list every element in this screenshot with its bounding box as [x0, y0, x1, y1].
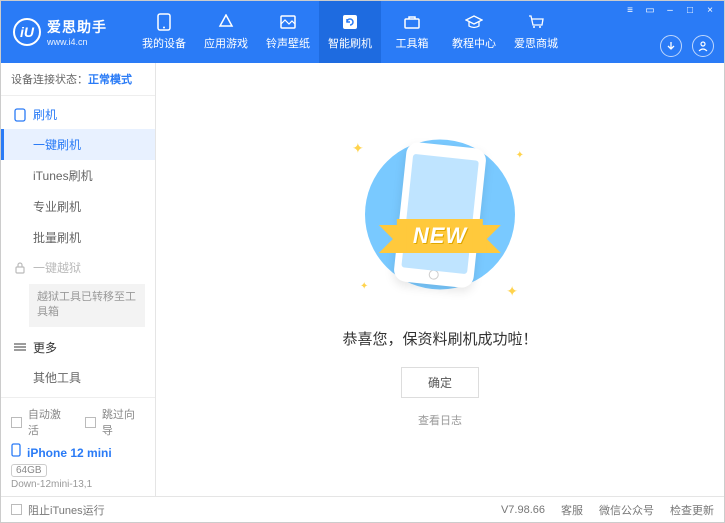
- checkbox-block-itunes[interactable]: [11, 504, 22, 515]
- nav-ringtones[interactable]: 铃声壁纸: [257, 1, 319, 63]
- user-button[interactable]: [692, 35, 714, 57]
- nav-flash[interactable]: 智能刷机: [319, 1, 381, 63]
- more-icon: [13, 340, 27, 354]
- apps-icon: [217, 13, 235, 31]
- flash-group-icon: [13, 108, 27, 122]
- nav-label: 智能刷机: [328, 35, 372, 51]
- sparkle-icon: ✦: [360, 281, 368, 292]
- logo-area: iU 爱思助手 www.i4.cn: [1, 17, 133, 47]
- sparkle-icon: ✦: [506, 283, 518, 300]
- window-controls: ≡ ▭ – □ ×: [622, 3, 718, 17]
- nav-label: 工具箱: [396, 35, 429, 51]
- checkbox-auto-activate[interactable]: [11, 417, 22, 428]
- nav-label: 教程中心: [452, 35, 496, 51]
- firmware-label: Down-12mini-13,1: [11, 479, 145, 490]
- success-illustration: NEW ✦ ✦ ✦ ✦: [330, 132, 550, 312]
- sidebar-item-batch[interactable]: 批量刷机: [1, 222, 155, 253]
- device-status: 设备连接状态：正常模式: [1, 63, 155, 96]
- success-message: 恭喜您，保资料刷机成功啦！: [342, 328, 537, 349]
- minimize-button[interactable]: –: [662, 3, 678, 17]
- close-button[interactable]: ×: [702, 3, 718, 17]
- device-name[interactable]: iPhone 12 mini: [27, 446, 112, 460]
- sidebar-item-onekey[interactable]: 一键刷机: [1, 129, 155, 160]
- phone-illustration-icon: [393, 141, 487, 289]
- status-mode: 正常模式: [88, 74, 132, 86]
- sidebar-item-itunes[interactable]: iTunes刷机: [1, 160, 155, 191]
- view-log-link[interactable]: 查看日志: [418, 412, 462, 428]
- check-update-link[interactable]: 检查更新: [670, 502, 714, 518]
- version-label: V7.98.66: [501, 504, 545, 516]
- sidebar-item-other-tools[interactable]: 其他工具: [1, 362, 155, 393]
- nav-label: 我的设备: [142, 35, 186, 51]
- support-link[interactable]: 客服: [561, 502, 583, 518]
- sidebar-bottom: 自动激活 跳过向导 iPhone 12 mini 64GB Down-12min…: [1, 397, 155, 496]
- wechat-link[interactable]: 微信公众号: [599, 502, 654, 518]
- main-panel: NEW ✦ ✦ ✦ ✦ 恭喜您，保资料刷机成功啦！ 确定 查看日志: [156, 63, 724, 496]
- toolbox-icon: [403, 13, 421, 31]
- wallpaper-icon: [279, 13, 297, 31]
- skin-icon[interactable]: ▭: [642, 3, 658, 17]
- nav-apps[interactable]: 应用游戏: [195, 1, 257, 63]
- lock-icon: [13, 261, 27, 275]
- sidebar: 设备连接状态：正常模式 刷机 一键刷机 iTunes刷机 专业刷机 批量刷机 一…: [1, 63, 156, 496]
- app-header: iU 爱思助手 www.i4.cn 我的设备 应用游戏 铃声壁纸 智能刷机 工具…: [1, 1, 724, 63]
- checkbox-skip-guide[interactable]: [85, 417, 96, 428]
- footer: 阻止iTunes运行 V7.98.66 客服 微信公众号 检查更新: [1, 496, 724, 522]
- sparkle-icon: ✦: [352, 140, 364, 157]
- brand-url: www.i4.cn: [47, 37, 107, 47]
- sidebar-item-pro[interactable]: 专业刷机: [1, 191, 155, 222]
- nav-label: 爱思商城: [514, 35, 558, 51]
- ok-button[interactable]: 确定: [401, 367, 479, 398]
- menu-icon[interactable]: ≡: [622, 3, 638, 17]
- group-jailbreak[interactable]: 一键越狱: [1, 253, 155, 282]
- jailbreak-note: 越狱工具已转移至工具箱: [29, 284, 145, 327]
- maximize-button[interactable]: □: [682, 3, 698, 17]
- group-flash[interactable]: 刷机: [1, 100, 155, 129]
- download-button[interactable]: [660, 35, 682, 57]
- sparkle-icon: ✦: [516, 150, 524, 161]
- nav-label: 铃声壁纸: [266, 35, 310, 51]
- logo-icon: iU: [13, 18, 41, 46]
- refresh-icon: [341, 13, 359, 31]
- graduation-icon: [465, 13, 483, 31]
- ribbon-new: NEW: [397, 219, 483, 253]
- skip-guide-label: 跳过向导: [102, 406, 145, 438]
- cart-icon: [527, 13, 545, 31]
- group-more[interactable]: 更多: [1, 333, 155, 362]
- nav-store[interactable]: 爱思商城: [505, 1, 567, 63]
- nav-label: 应用游戏: [204, 35, 248, 51]
- block-itunes-label: 阻止iTunes运行: [28, 502, 105, 518]
- brand-name: 爱思助手: [47, 17, 107, 37]
- device-icon: [11, 443, 21, 460]
- nav-toolbox[interactable]: 工具箱: [381, 1, 443, 63]
- nav-tutorials[interactable]: 教程中心: [443, 1, 505, 63]
- nav-my-device[interactable]: 我的设备: [133, 1, 195, 63]
- auto-activate-label: 自动激活: [28, 406, 71, 438]
- storage-badge: 64GB: [11, 464, 47, 477]
- phone-icon: [155, 13, 173, 31]
